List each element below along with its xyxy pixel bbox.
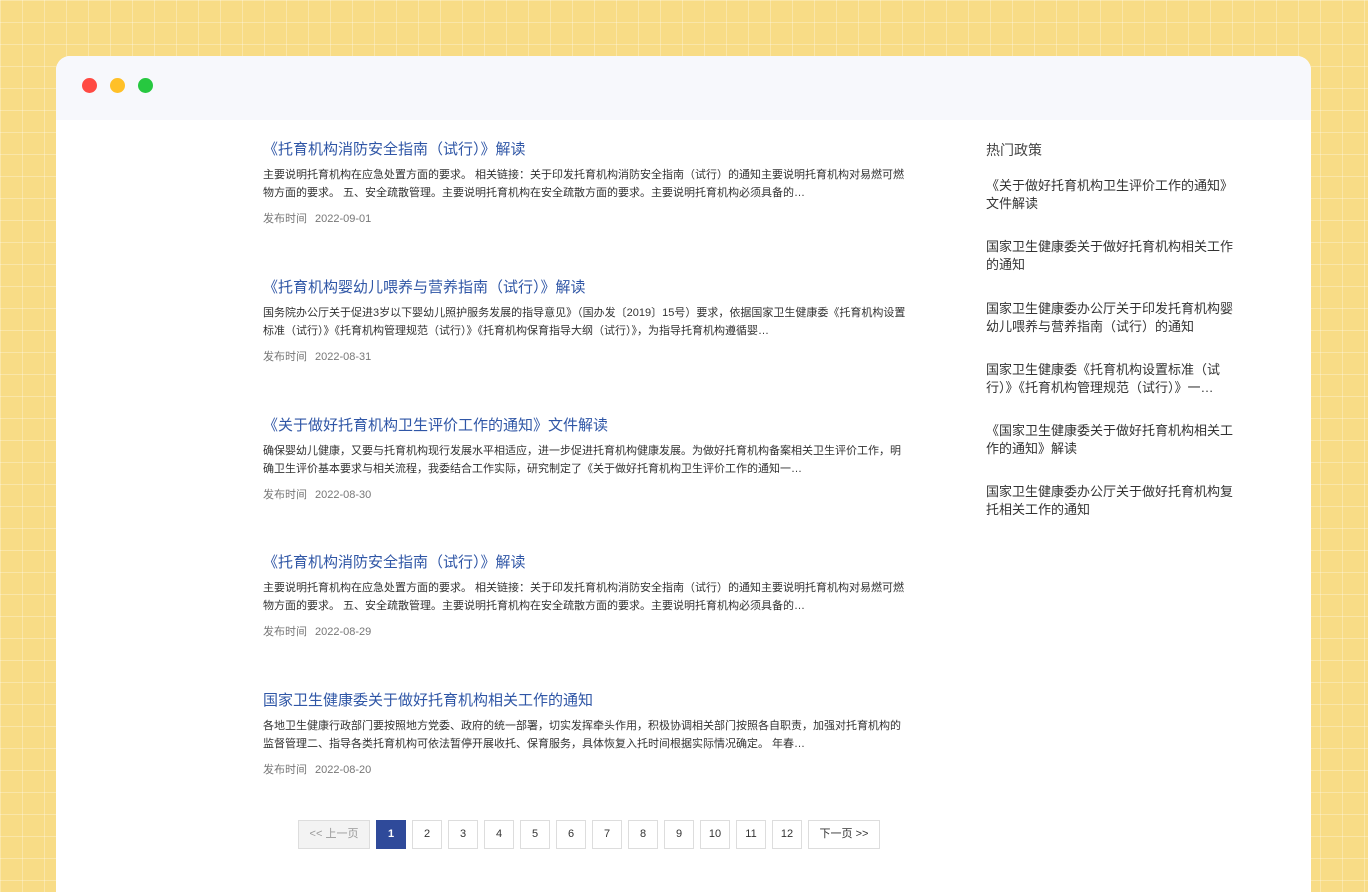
article-meta: 发布时间 2022-08-31 xyxy=(263,349,913,365)
publish-date: 2022-08-30 xyxy=(315,489,372,501)
article-title-link[interactable]: 国家卫生健康委关于做好托育机构相关工作的通知 xyxy=(263,691,913,711)
hot-policy-link[interactable]: 国家卫生健康委《托育机构设置标准（试行）》《托育机构管理规范（试行）》一… xyxy=(986,361,1241,397)
prev-page-button[interactable]: << 上一页 xyxy=(298,820,370,849)
page-content: 《托育机构消防安全指南（试行）》解读 主要说明托育机构在应急处置方面的要求。 相… xyxy=(56,120,1311,892)
page-button-1[interactable]: 1 xyxy=(376,820,406,849)
page-button-4[interactable]: 4 xyxy=(484,820,514,849)
article-item: 《关于做好托育机构卫生评价工作的通知》文件解读 确保婴幼儿健康，又要与托育机构现… xyxy=(263,416,913,503)
article-meta: 发布时间 2022-08-29 xyxy=(263,624,913,640)
article-summary: 各地卫生健康行政部门要按照地方党委、政府的统一部署，切实发挥牵头作用，积极协调相… xyxy=(263,720,901,750)
page-button-3[interactable]: 3 xyxy=(448,820,478,849)
page-button-12[interactable]: 12 xyxy=(772,820,802,849)
page-button-10[interactable]: 10 xyxy=(700,820,730,849)
publish-time-label: 发布时间 xyxy=(263,351,307,363)
article-item: 《托育机构消防安全指南（试行）》解读 主要说明托育机构在应急处置方面的要求。 相… xyxy=(263,140,913,227)
page-button-7[interactable]: 7 xyxy=(592,820,622,849)
hot-policy-link[interactable]: 国家卫生健康委办公厅关于做好托育机构复托相关工作的通知 xyxy=(986,483,1241,519)
browser-window: 《托育机构消防安全指南（试行）》解读 主要说明托育机构在应急处置方面的要求。 相… xyxy=(56,56,1311,892)
publish-time-label: 发布时间 xyxy=(263,489,307,501)
publish-time-label: 发布时间 xyxy=(263,626,307,638)
article-title-link[interactable]: 《关于做好托育机构卫生评价工作的通知》文件解读 xyxy=(263,416,913,436)
hot-policy-link[interactable]: 国家卫生健康委关于做好托育机构相关工作的通知 xyxy=(986,238,1241,274)
page-button-11[interactable]: 11 xyxy=(736,820,766,849)
next-page-button[interactable]: 下一页 >> xyxy=(808,820,880,849)
sidebar-title: 热门政策 xyxy=(986,142,1042,158)
article-meta: 发布时间 2022-09-01 xyxy=(263,211,913,227)
article-title-link[interactable]: 《托育机构婴幼儿喂养与营养指南（试行）》解读 xyxy=(263,278,913,298)
hot-policy-link[interactable]: 国家卫生健康委办公厅关于印发托育机构婴幼儿喂养与营养指南（试行）的通知 xyxy=(986,300,1241,336)
article-meta: 发布时间 2022-08-30 xyxy=(263,487,913,503)
hot-policy-link[interactable]: 《关于做好托育机构卫生评价工作的通知》文件解读 xyxy=(986,177,1241,213)
article-summary: 国务院办公厅关于促进3岁以下婴幼儿照护服务发展的指导意见》（国办发〔2019〕1… xyxy=(263,307,906,337)
publish-time-label: 发布时间 xyxy=(263,213,307,225)
article-item: 《托育机构婴幼儿喂养与营养指南（试行）》解读 国务院办公厅关于促进3岁以下婴幼儿… xyxy=(263,278,913,365)
close-window-button[interactable] xyxy=(82,78,97,93)
publish-date: 2022-08-20 xyxy=(315,764,372,776)
page-button-5[interactable]: 5 xyxy=(520,820,550,849)
article-summary: 主要说明托育机构在应急处置方面的要求。 相关链接：关于印发托育机构消防安全指南（… xyxy=(263,582,905,612)
page-button-6[interactable]: 6 xyxy=(556,820,586,849)
article-meta: 发布时间 2022-08-20 xyxy=(263,762,913,778)
hot-policies-sidebar: 热门政策 《关于做好托育机构卫生评价工作的通知》文件解读 国家卫生健康委关于做好… xyxy=(986,140,1246,517)
article-summary: 确保婴幼儿健康，又要与托育机构现行发展水平相适应，进一步促进托育机构健康发展。为… xyxy=(263,445,901,475)
article-item: 《托育机构消防安全指南（试行）》解读 主要说明托育机构在应急处置方面的要求。 相… xyxy=(263,553,913,640)
publish-date: 2022-08-31 xyxy=(315,351,372,363)
hot-policy-link[interactable]: 《国家卫生健康委关于做好托育机构相关工作的通知》解读 xyxy=(986,422,1241,458)
page-button-2[interactable]: 2 xyxy=(412,820,442,849)
publish-date: 2022-09-01 xyxy=(315,213,372,225)
minimize-window-button[interactable] xyxy=(110,78,125,93)
maximize-window-button[interactable] xyxy=(138,78,153,93)
article-title-link[interactable]: 《托育机构消防安全指南（试行）》解读 xyxy=(263,140,913,160)
article-item: 国家卫生健康委关于做好托育机构相关工作的通知 各地卫生健康行政部门要按照地方党委… xyxy=(263,691,913,778)
publish-time-label: 发布时间 xyxy=(263,764,307,776)
page-button-8[interactable]: 8 xyxy=(628,820,658,849)
window-titlebar xyxy=(56,56,1311,120)
article-summary: 主要说明托育机构在应急处置方面的要求。 相关链接：关于印发托育机构消防安全指南（… xyxy=(263,169,905,199)
page-button-9[interactable]: 9 xyxy=(664,820,694,849)
publish-date: 2022-08-29 xyxy=(315,626,372,638)
article-title-link[interactable]: 《托育机构消防安全指南（试行）》解读 xyxy=(263,553,913,573)
pagination: << 上一页 1 2 3 4 5 6 7 8 9 10 11 12 下一页 >> xyxy=(298,820,886,849)
